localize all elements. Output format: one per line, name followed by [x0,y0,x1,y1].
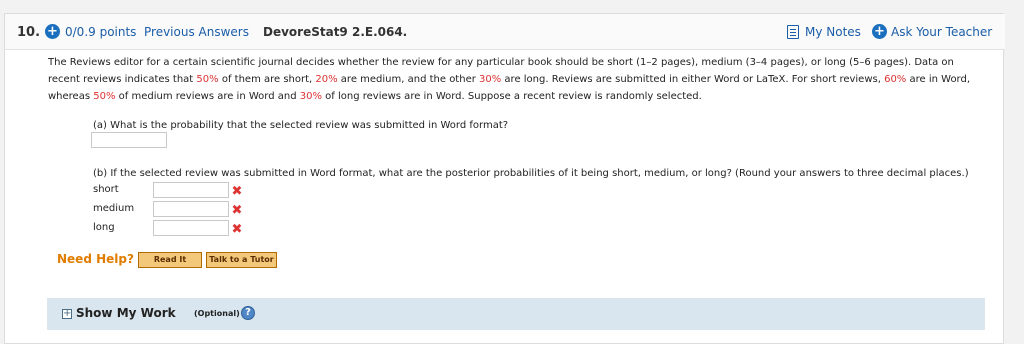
question-number: 10. [17,25,41,40]
row-label-medium: medium [93,203,135,214]
problem-text: The Reviews editor for a certain scienti… [48,57,971,102]
question-id: DevoreStat9 2.E.064. [263,25,408,39]
points-link[interactable]: 0/0.9 points [65,25,136,39]
show-my-work-bar[interactable]: + Show My Work (Optional) ? [47,298,985,330]
medium-answer-input[interactable] [153,201,229,217]
talk-tutor-button[interactable]: Talk to a Tutor [206,252,277,268]
part-b-question: (b) If the selected review was submitted… [93,168,969,179]
plus-circle-icon[interactable]: + [45,24,60,39]
x-mark-icon: ✖ [231,184,243,199]
ask-teacher-link[interactable]: Ask Your Teacher [891,25,992,39]
part-a-answer-input[interactable] [91,132,167,148]
row-label-long: long [93,222,115,233]
question-header: 10. + 0/0.9 points Previous Answers Devo… [5,14,1005,50]
need-help-label: Need Help? [57,252,134,266]
expand-plus-icon[interactable]: + [62,309,72,319]
long-answer-input[interactable] [153,220,229,236]
notes-icon[interactable] [787,25,799,39]
previous-answers-link[interactable]: Previous Answers [144,25,249,39]
question-card: 10. + 0/0.9 points Previous Answers Devo… [4,13,1005,344]
part-a-question: (a) What is the probability that the sel… [93,120,509,131]
short-answer-input[interactable] [153,182,229,198]
x-mark-icon: ✖ [231,203,243,218]
read-it-button[interactable]: Read It [138,252,202,268]
row-label-short: short [93,184,119,195]
plus-circle-icon[interactable]: + [872,24,887,39]
question-circle-icon[interactable]: ? [241,306,255,320]
my-notes-link[interactable]: My Notes [805,25,861,39]
show-my-work-label[interactable]: Show My Work [76,306,176,320]
x-mark-icon: ✖ [231,222,243,237]
optional-label: (Optional) [194,309,240,318]
